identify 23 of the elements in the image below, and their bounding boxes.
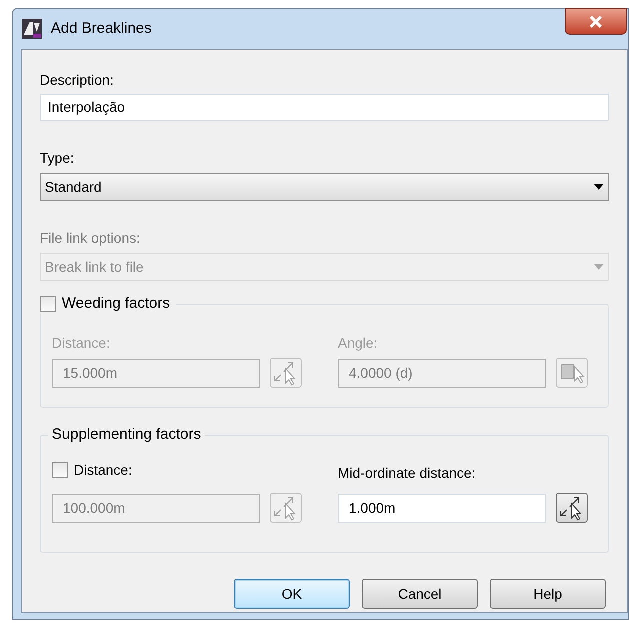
field-label: Description:: [40, 71, 115, 90]
app-logo-icon: [21, 18, 43, 40]
dialog-button[interactable]: Cancel: [362, 579, 478, 609]
value-field[interactable]: 1.000m: [338, 494, 546, 522]
field-label: Mid-ordinate distance:: [338, 464, 476, 482]
close-button[interactable]: [565, 8, 627, 35]
field-label: Angle:: [338, 334, 379, 352]
group-title: Supplementing factors: [48, 425, 206, 445]
field-label: File link options:: [40, 229, 142, 248]
field-label: Distance:: [52, 334, 112, 352]
group-title: Weeding factors: [62, 294, 170, 314]
field-label: Type:: [40, 149, 76, 168]
dropdown-arrow-icon: [594, 264, 604, 270]
type-dropdown[interactable]: Standard: [40, 173, 609, 201]
dialog-button[interactable]: Help: [490, 579, 606, 609]
pick-button[interactable]: [556, 493, 588, 523]
checkbox[interactable]: [40, 296, 56, 312]
dropdown-arrow-icon: [594, 184, 604, 190]
window-title: Add Breaklines: [51, 18, 152, 39]
dialog-button[interactable]: OK: [234, 579, 350, 609]
close-icon: [589, 16, 603, 28]
field-label: Distance:: [74, 460, 132, 480]
description-field[interactable]: Interpolação: [40, 94, 609, 121]
